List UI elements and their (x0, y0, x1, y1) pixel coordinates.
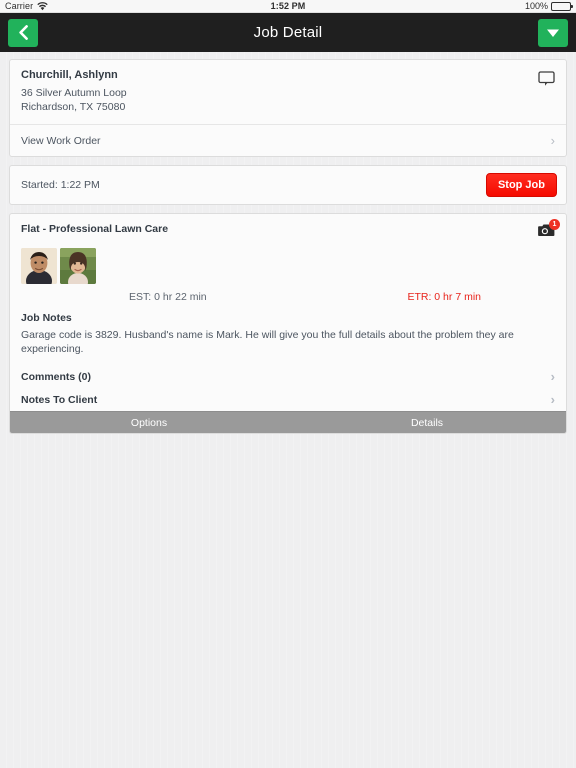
chevron-right-icon: › (550, 133, 555, 148)
estimated-time-label: EST: 0 hr 22 min (129, 291, 207, 303)
triangle-down-icon (546, 28, 560, 38)
comments-label: Comments (0) (21, 370, 92, 383)
back-button[interactable] (8, 18, 38, 47)
menu-dropdown-button[interactable] (538, 18, 568, 47)
page-title: Job Detail (253, 24, 323, 41)
job-timer-card: Started: 1:22 PM Stop Job (9, 165, 567, 205)
status-bar-time: 1:52 PM (270, 1, 306, 11)
tab-options[interactable]: Options (10, 412, 288, 433)
job-title: Flat - Professional Lawn Care (21, 223, 169, 235)
comments-row[interactable]: Comments (0) › (10, 365, 566, 388)
camera-button[interactable]: 1 (538, 219, 560, 242)
job-notes-text: Garage code is 3829. Husband's name is M… (21, 329, 514, 355)
notes-to-client-label: Notes To Client (21, 393, 98, 406)
battery-percent-label: 100% (524, 1, 548, 11)
assigned-technicians (10, 242, 566, 284)
status-bar: Carrier 1:52 PM 100% (0, 0, 576, 13)
view-work-order-label: View Work Order (21, 134, 101, 147)
speech-bubble-icon (538, 71, 555, 91)
customer-address-line-1: 36 Silver Autumn Loop (21, 87, 127, 99)
chevron-right-icon: › (550, 392, 555, 407)
time-estimates-row: EST: 0 hr 22 min ETR: 0 hr 7 min (10, 284, 566, 303)
stop-job-button[interactable]: Stop Job (485, 173, 557, 197)
tab-details[interactable]: Details (288, 412, 566, 433)
main-content: Churchill, Ashlynn 36 Silver Autumn Loop… (0, 52, 576, 434)
status-bar-right: 100% (524, 1, 573, 11)
notes-to-client-row[interactable]: Notes To Client › (10, 388, 566, 411)
camera-badge-count: 1 (549, 219, 560, 230)
message-button[interactable] (538, 69, 555, 114)
job-action-tab-bar: Options Details (10, 411, 566, 433)
started-time-label: Started: 1:22 PM (21, 179, 100, 191)
job-detail-card: Flat - Professional Lawn Care 1 EST: 0 h… (9, 213, 567, 434)
navigation-bar: Job Detail (0, 13, 576, 52)
chevron-left-icon (18, 25, 29, 40)
avatar-technician-2[interactable] (60, 248, 96, 284)
view-work-order-row[interactable]: View Work Order › (10, 124, 566, 156)
customer-details: Churchill, Ashlynn 36 Silver Autumn Loop… (21, 69, 127, 114)
customer-info-row: Churchill, Ashlynn 36 Silver Autumn Loop… (10, 60, 566, 124)
job-header-row: Flat - Professional Lawn Care 1 (10, 214, 566, 242)
chevron-right-icon: › (550, 369, 555, 384)
battery-icon (551, 1, 573, 11)
customer-address-line-2: Richardson, TX 75080 (21, 101, 126, 113)
job-notes-heading: Job Notes (21, 312, 72, 324)
job-notes-section: Job Notes Garage code is 3829. Husband's… (10, 303, 566, 365)
etr-time-label: ETR: 0 hr 7 min (407, 291, 481, 303)
customer-card: Churchill, Ashlynn 36 Silver Autumn Loop… (9, 59, 567, 157)
customer-name: Churchill, Ashlynn (21, 69, 118, 81)
avatar-technician-1[interactable] (21, 248, 57, 284)
